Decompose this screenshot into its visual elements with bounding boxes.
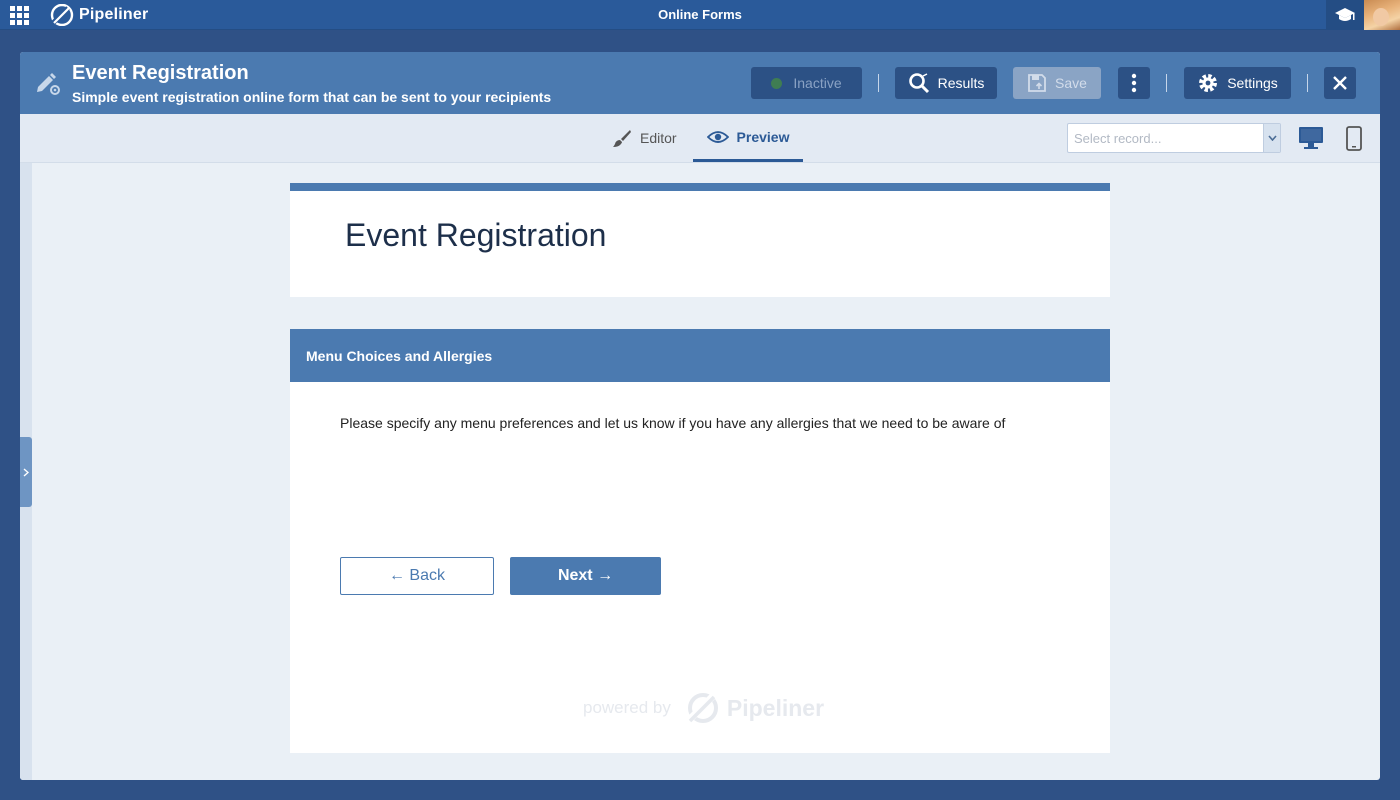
- brand-name: Pipeliner: [79, 6, 149, 23]
- close-button[interactable]: [1324, 67, 1356, 99]
- user-avatar[interactable]: [1364, 0, 1400, 30]
- tab-preview[interactable]: Preview: [693, 114, 803, 162]
- magnifier-icon: [908, 73, 929, 94]
- expand-side-panel-button[interactable]: [20, 437, 32, 507]
- divider: [1166, 74, 1167, 92]
- form-header-title: Event Registration: [72, 62, 249, 84]
- form-header: Event Registration Simple event registra…: [20, 52, 1380, 114]
- save-label: Save: [1055, 75, 1087, 91]
- eye-icon: [706, 130, 729, 143]
- divider: [1307, 74, 1308, 92]
- save-button[interactable]: Save: [1013, 67, 1101, 99]
- save-disk-icon: [1028, 74, 1046, 92]
- results-button[interactable]: Results: [895, 67, 997, 99]
- topbar-user-area: [1326, 0, 1400, 30]
- powered-by-footer: powered by Pipeliner: [583, 693, 825, 724]
- mobile-preview-icon[interactable]: [1346, 126, 1362, 151]
- inactive-label: Inactive: [793, 75, 842, 91]
- record-select[interactable]: [1067, 123, 1281, 153]
- back-button[interactable]: ← Back: [340, 557, 494, 595]
- graduation-cap-icon[interactable]: [1334, 6, 1356, 24]
- gear-icon: [1199, 74, 1218, 92]
- vertical-dots-icon: [1131, 73, 1137, 93]
- powered-by-label: powered by: [583, 698, 671, 717]
- inactive-toggle-button[interactable]: Inactive: [751, 67, 862, 99]
- tab-editor-label: Editor: [640, 130, 677, 146]
- more-options-button[interactable]: [1118, 67, 1150, 99]
- tab-preview-label: Preview: [736, 128, 790, 145]
- view-tab-bar: Editor Preview: [20, 114, 1380, 163]
- pipeliner-logo-icon: [50, 4, 74, 26]
- status-dot-icon: [771, 77, 783, 89]
- edit-form-icon: [37, 73, 60, 95]
- section-description: Please specify any menu preferences and …: [340, 415, 1006, 431]
- record-select-input[interactable]: [1068, 124, 1262, 152]
- results-label: Results: [937, 75, 985, 91]
- desktop-preview-icon[interactable]: [1298, 126, 1324, 150]
- form-title: Event Registration: [345, 217, 607, 253]
- pipeliner-logo-icon: [684, 693, 718, 724]
- form-section-card: Menu Choices and Allergies Please specif…: [290, 329, 1110, 753]
- chevron-right-icon: [23, 467, 29, 477]
- next-button[interactable]: Next →: [510, 557, 661, 595]
- app-grid-icon[interactable]: [10, 6, 29, 25]
- close-icon: [1333, 76, 1347, 90]
- section-title: Menu Choices and Allergies: [290, 329, 1110, 382]
- powered-by-brand: Pipeliner: [726, 694, 825, 721]
- settings-label: Settings: [1227, 75, 1278, 91]
- app-top-bar: Pipeliner Online Forms: [0, 0, 1400, 30]
- pipeliner-logo[interactable]: Pipeliner: [48, 4, 148, 26]
- tab-editor[interactable]: Editor: [612, 114, 692, 162]
- form-header-subtitle: Simple event registration online form th…: [72, 89, 552, 105]
- brush-icon: [613, 130, 631, 147]
- chevron-down-icon[interactable]: [1263, 124, 1280, 152]
- settings-button[interactable]: Settings: [1184, 67, 1291, 99]
- online-form-panel: Event Registration Simple event registra…: [20, 52, 1380, 780]
- form-title-card: Event Registration: [290, 183, 1110, 297]
- app-title: Online Forms: [658, 7, 742, 22]
- divider: [878, 74, 879, 92]
